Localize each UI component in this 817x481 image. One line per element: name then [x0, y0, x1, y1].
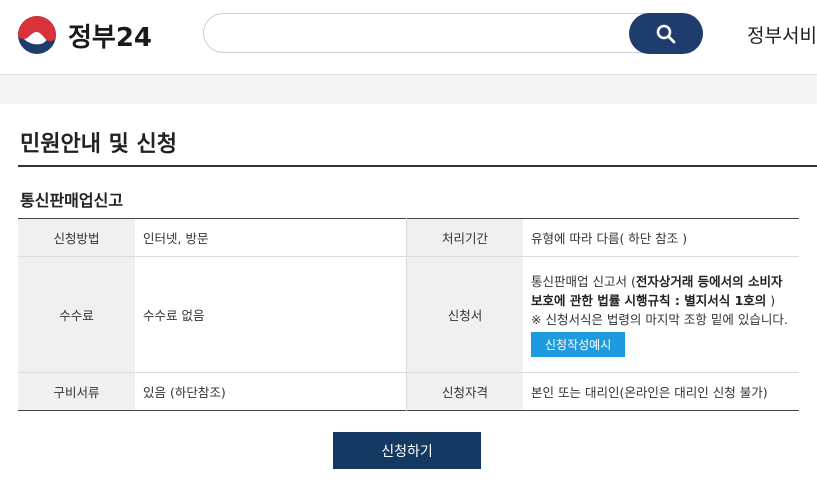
page-title: 민원안내 및 신청: [20, 132, 177, 157]
fee-value: 수수료 없음: [135, 256, 407, 373]
table-row: 수수료 수수료 없음 신청서 통신판매업 신고서 (전자상거래 등에서의 소비자…: [18, 256, 799, 373]
section-title: 통신판매업신고: [20, 191, 124, 210]
search-icon: [656, 24, 676, 43]
fee-label: 수수료: [18, 256, 135, 373]
method-value: 인터넷, 방문: [143, 231, 209, 246]
title-divider: [18, 165, 817, 167]
table-row: 신청방법 인터넷, 방문 처리기간 유형에 따라 다름( 하단 참조 ): [18, 218, 799, 257]
apply-button[interactable]: 신청하기: [333, 432, 481, 469]
search-input[interactable]: [203, 13, 701, 53]
service-info-table: 신청방법 인터넷, 방문 처리기간 유형에 따라 다름( 하단 참조 ) 수수료…: [18, 218, 799, 411]
eligibility-label: 신청자격: [406, 372, 523, 411]
site-logo-text[interactable]: 정부24: [68, 17, 152, 54]
application-sample-button[interactable]: 신청작성예시: [531, 332, 626, 357]
site-header: 정부24 정부서비스: [0, 0, 817, 75]
docs-label: 구비서류: [18, 372, 135, 411]
docs-value: 있음 (하단참조): [135, 372, 407, 411]
search-button[interactable]: [629, 13, 703, 54]
nav-menu-government-services[interactable]: 정부서비스: [747, 21, 817, 48]
breadcrumb-band: [0, 75, 817, 104]
period-value: 유형에 따라 다름( 하단 참조 ): [531, 231, 688, 246]
form-value-prefix: 통신판매업 신고서 (: [531, 274, 636, 289]
government-logo-icon[interactable]: [17, 15, 57, 55]
form-cell: 통신판매업 신고서 (전자상거래 등에서의 소비자 보호에 관한 법률 시행규칙…: [523, 256, 799, 373]
table-row: 구비서류 있음 (하단참조) 신청자격 본인 또는 대리인(온라인은 대리인 신…: [18, 372, 799, 411]
period-label: 처리기간: [406, 218, 523, 257]
eligibility-value: 본인 또는 대리인(온라인은 대리인 신청 불가): [523, 372, 799, 411]
form-note: ※ 신청서식은 법령의 마지막 조항 밑에 있습니다.: [531, 312, 788, 327]
form-value-suffix: ): [766, 293, 776, 308]
form-label: 신청서: [406, 256, 523, 373]
method-label: 신청방법: [18, 218, 135, 257]
form-description: 통신판매업 신고서 (전자상거래 등에서의 소비자 보호에 관한 법률 시행규칙…: [531, 272, 791, 310]
